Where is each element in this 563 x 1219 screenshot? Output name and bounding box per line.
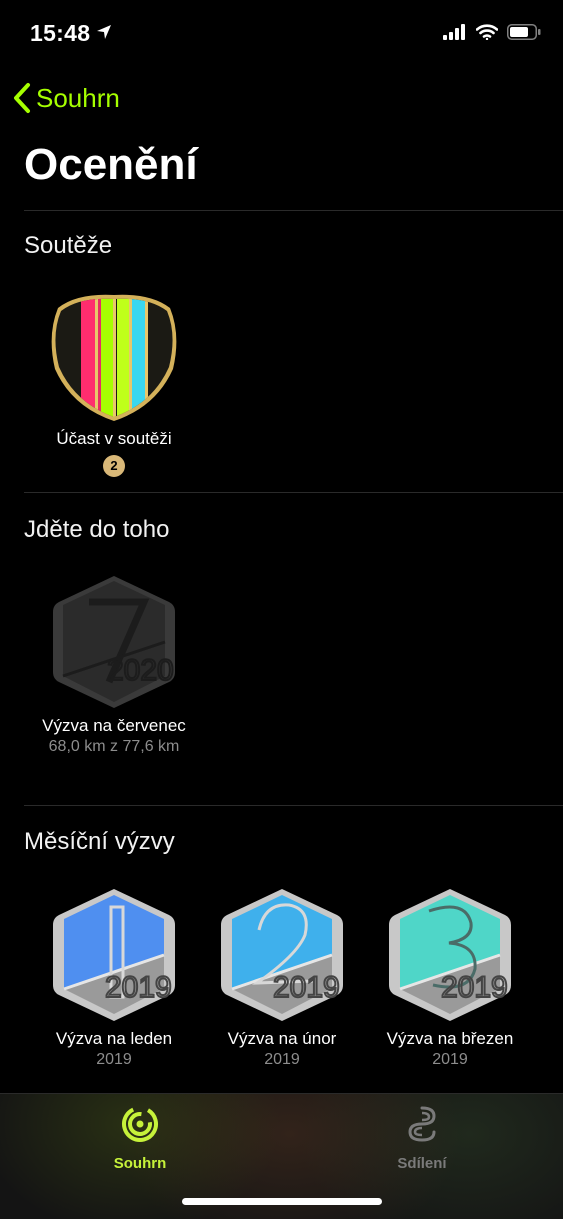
march-challenge-badge-icon: 2019	[385, 885, 515, 1025]
competition-badge-icon	[49, 285, 179, 425]
section-title-monthly: Měsíční výzvy	[24, 828, 175, 855]
award-count-badge: 2	[103, 455, 125, 477]
battery-icon	[507, 24, 541, 40]
award-name: Výzva na leden	[55, 1029, 173, 1048]
svg-text:2019: 2019	[273, 971, 340, 1004]
divider	[24, 492, 563, 493]
tab-summary[interactable]: Souhrn	[80, 1104, 200, 1172]
page-title: Ocenění	[24, 140, 198, 189]
february-challenge-badge-icon: 2019	[217, 885, 347, 1025]
award-name: Výzva na červenec	[42, 716, 186, 735]
tab-label: Souhrn	[113, 1155, 167, 1172]
divider	[24, 805, 563, 806]
svg-text:2020: 2020	[107, 654, 174, 687]
activity-rings-icon	[122, 1106, 158, 1142]
award-year: 2019	[432, 1051, 468, 1068]
back-button[interactable]: Souhrn	[12, 82, 120, 114]
tab-label: Sdílení	[397, 1155, 447, 1172]
award-year: 2019	[264, 1051, 300, 1068]
home-indicator	[182, 1198, 382, 1205]
award-july-challenge[interactable]: 2020 Výzva na červenec 68,0 km z 77,6 km	[29, 572, 199, 756]
back-button-label: Souhrn	[36, 82, 120, 113]
status-icons	[443, 24, 541, 40]
tab-sharing[interactable]: Sdílení	[362, 1104, 482, 1172]
sharing-icon	[408, 1106, 436, 1142]
svg-text:2019: 2019	[105, 971, 172, 1004]
award-year: 2019	[96, 1051, 132, 1068]
chevron-left-icon	[14, 83, 30, 113]
award-name: Účast v soutěži	[56, 429, 172, 448]
award-progress: 68,0 km z 77,6 km	[48, 738, 180, 755]
location-arrow-icon	[97, 25, 111, 39]
svg-text:2019: 2019	[441, 971, 508, 1004]
award-march-challenge[interactable]: 2019 Výzva na březen 2019	[365, 885, 535, 1069]
divider	[24, 210, 563, 211]
january-challenge-badge-icon: 2019	[49, 885, 179, 1025]
award-competition-participation[interactable]: Účast v soutěži 2	[29, 285, 199, 477]
cellular-signal-icon	[443, 24, 465, 40]
section-title-go-for-it: Jděte do toho	[24, 516, 170, 543]
status-time: 15:48	[30, 20, 91, 46]
award-name: Výzva na březen	[386, 1029, 514, 1048]
july-challenge-badge-icon: 2020	[49, 572, 179, 712]
wifi-icon	[476, 24, 498, 40]
section-title-competitions: Soutěže	[24, 232, 113, 259]
award-january-challenge[interactable]: 2019 Výzva na leden 2019	[29, 885, 199, 1069]
award-name: Výzva na únor	[227, 1029, 337, 1048]
status-bar: 15:48	[0, 0, 563, 70]
award-february-challenge[interactable]: 2019 Výzva na únor 2019	[197, 885, 367, 1069]
